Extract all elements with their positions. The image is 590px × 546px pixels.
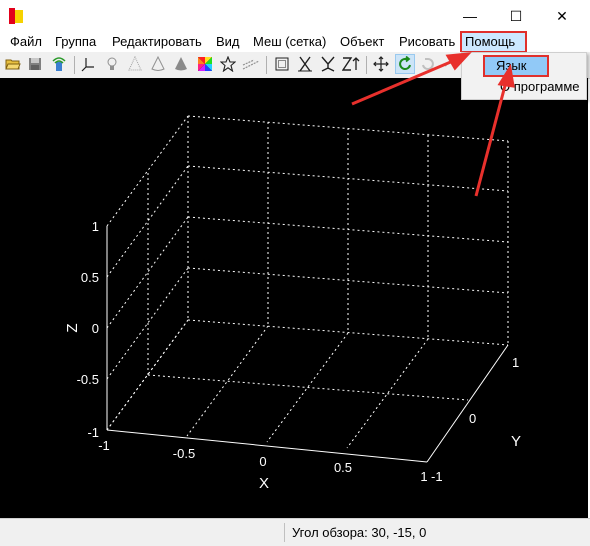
z-tick-label: 1	[92, 219, 99, 234]
pan-icon[interactable]	[442, 55, 460, 73]
open-icon[interactable]	[4, 55, 22, 73]
vector-icon[interactable]	[242, 55, 260, 73]
light-icon[interactable]	[103, 55, 121, 73]
app-icon	[9, 8, 23, 24]
menu-object[interactable]: Объект	[336, 32, 388, 52]
y-tick-label: 1	[512, 355, 519, 370]
view-angle-status: Угол обзора: 30, -15, 0	[292, 525, 427, 540]
save-icon[interactable]	[26, 55, 44, 73]
help-dropdown: Язык О программе	[461, 52, 587, 100]
rotate-icon[interactable]	[395, 54, 415, 74]
x-tick-label: -1	[98, 438, 110, 453]
y-axis-label: Y	[511, 433, 521, 450]
box-icon[interactable]	[273, 55, 291, 73]
menu-item-about-label: О программе	[500, 79, 580, 94]
menu-group[interactable]: Группа	[51, 32, 100, 52]
menu-item-language[interactable]: Язык	[483, 55, 549, 77]
x-tick-label: 1	[420, 469, 427, 484]
axes-x-icon[interactable]	[296, 55, 314, 73]
mesh-cone-icon[interactable]	[126, 55, 144, 73]
solid-cone-icon[interactable]	[172, 55, 190, 73]
status-divider	[284, 523, 285, 542]
x-tick-label: 0.5	[334, 460, 352, 475]
maximize-button[interactable]: ☐	[493, 0, 539, 32]
plot-canvas[interactable]: 1 0.5 0 -0.5 -1 -1 -0.5 0 0.5 1 -1 0 1 Z…	[0, 78, 588, 518]
grid-lines	[106, 115, 509, 449]
z-tick-label: -0.5	[77, 372, 99, 387]
export-icon[interactable]	[50, 55, 68, 73]
y-tick-labels: -1 0 1	[431, 355, 519, 484]
z-tick-label: 0.5	[81, 270, 99, 285]
cone-icon[interactable]	[149, 55, 167, 73]
axes-icon[interactable]	[79, 55, 97, 73]
z-sort-icon[interactable]	[342, 55, 362, 73]
z-tick-label: 0	[92, 321, 99, 336]
y-tick-label: 0	[469, 411, 476, 426]
menu-edit[interactable]: Редактировать	[108, 32, 206, 52]
plot-3d: 1 0.5 0 -0.5 -1 -1 -0.5 0 0.5 1 -1 0 1 Z…	[64, 115, 521, 492]
close-button[interactable]: ✕	[539, 0, 585, 32]
redo-icon[interactable]	[419, 55, 437, 73]
color-icon[interactable]	[196, 55, 214, 73]
menu-bar: Файл Группа Редактировать Вид Меш (сетка…	[0, 31, 590, 53]
minimize-button[interactable]: —	[447, 0, 493, 32]
axes-y-icon[interactable]	[319, 55, 337, 73]
move-icon[interactable]	[372, 55, 390, 73]
y-tick-label: -1	[431, 469, 443, 484]
menu-item-about[interactable]: О программе	[464, 77, 582, 97]
x-axis-label: X	[259, 475, 269, 492]
status-bar: Угол обзора: 30, -15, 0	[0, 518, 590, 546]
z-axis-label: Z	[64, 323, 81, 332]
menu-item-language-label: Язык	[496, 58, 527, 73]
x-tick-label: 0	[259, 454, 266, 469]
star-icon[interactable]	[219, 55, 237, 73]
menu-view[interactable]: Вид	[212, 32, 244, 52]
title-bar: — ☐ ✕	[0, 0, 590, 32]
menu-mesh[interactable]: Меш (сетка)	[249, 32, 330, 52]
axes-lines	[106, 226, 509, 463]
x-tick-label: -0.5	[173, 446, 195, 461]
menu-draw[interactable]: Рисовать	[395, 32, 459, 52]
menu-file[interactable]: Файл	[6, 32, 46, 52]
menu-help[interactable]: Помощь	[460, 31, 527, 53]
